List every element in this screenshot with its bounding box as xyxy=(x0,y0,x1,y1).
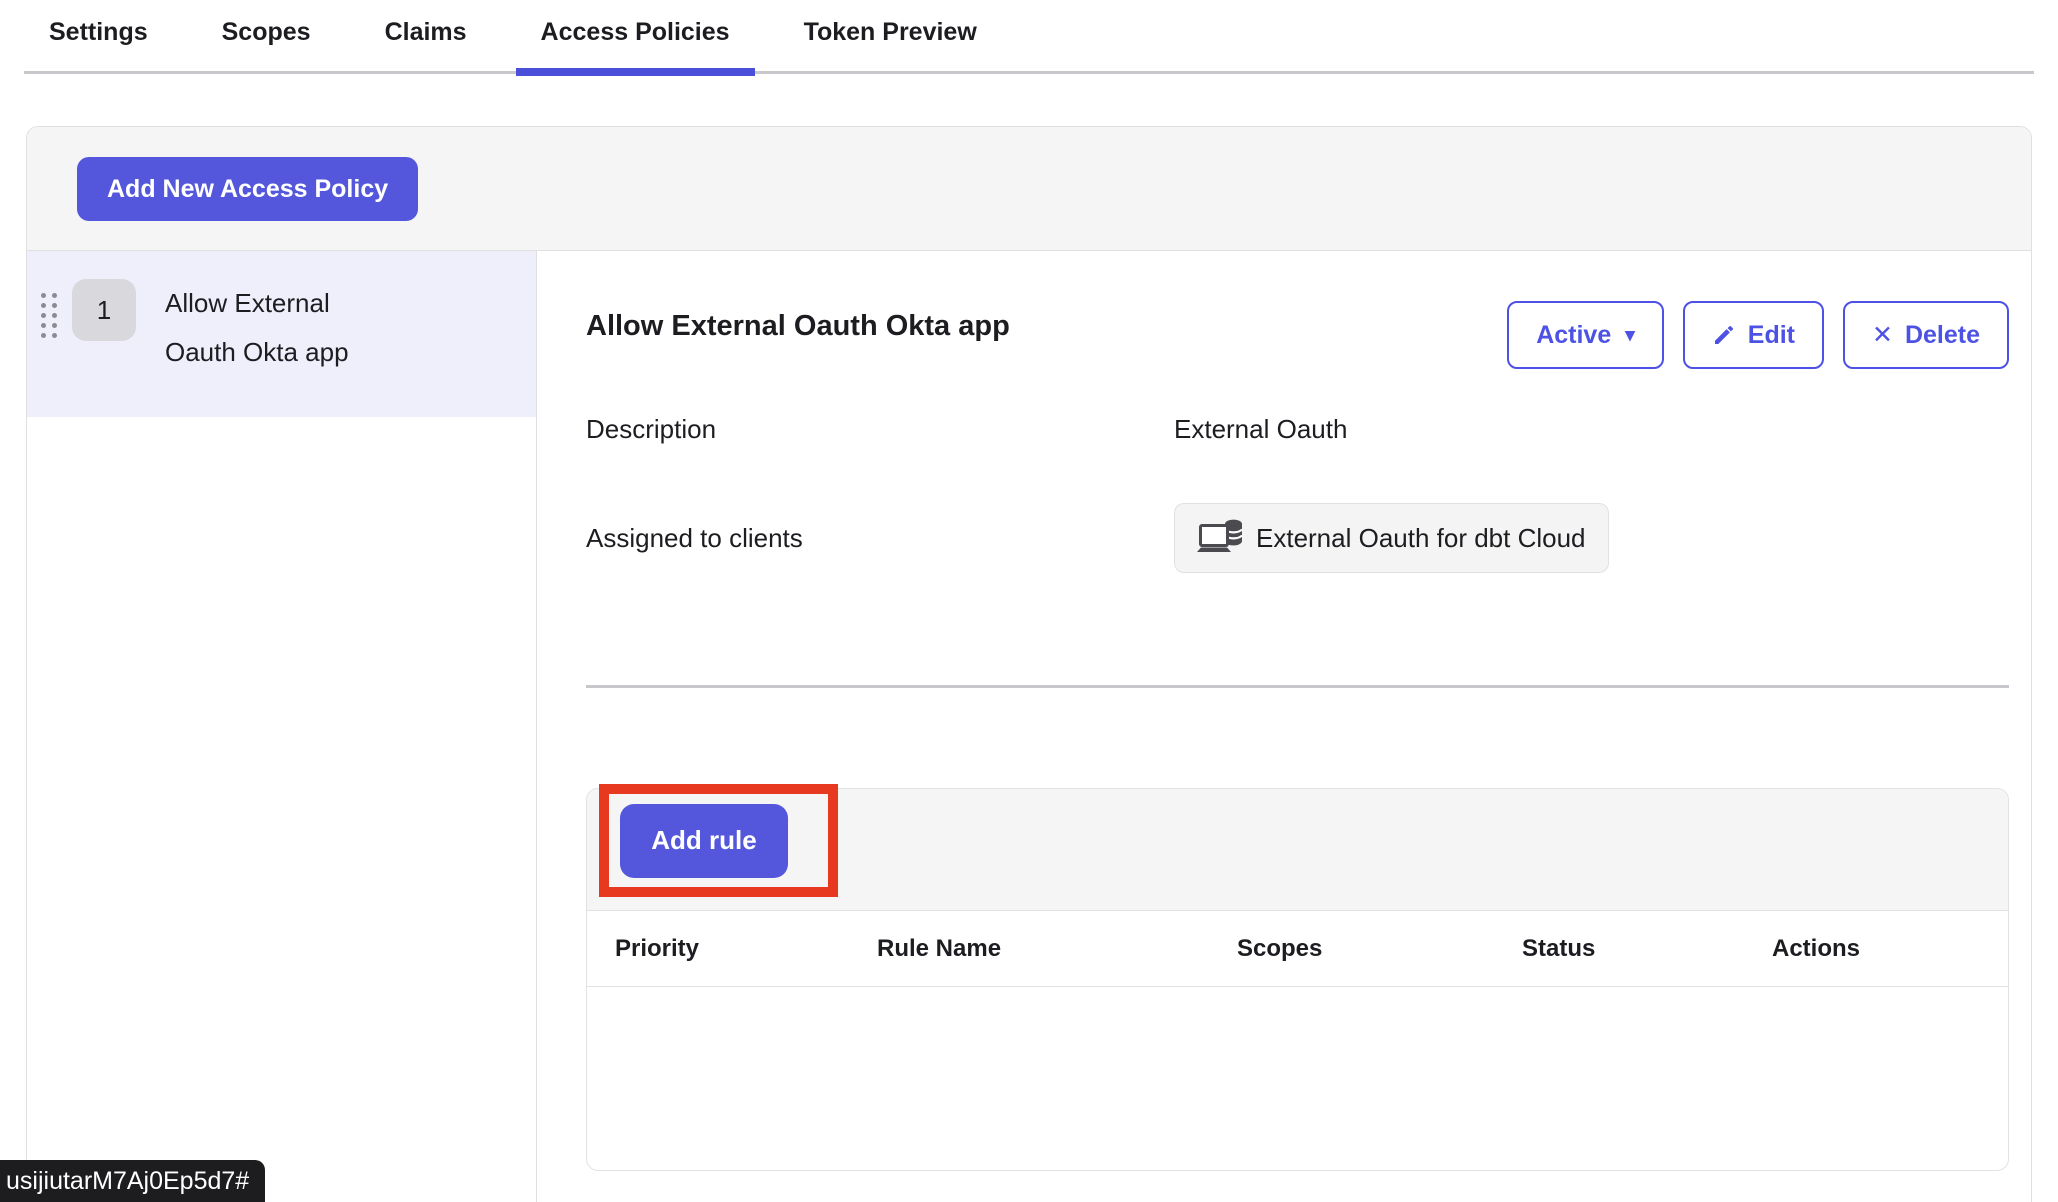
status-dropdown-button[interactable]: Active ▾ xyxy=(1507,301,1664,369)
status-label: Active xyxy=(1536,321,1611,350)
column-priority: Priority xyxy=(615,935,877,963)
column-scopes: Scopes xyxy=(1237,935,1522,963)
column-status: Status xyxy=(1522,935,1772,963)
edit-label: Edit xyxy=(1748,321,1795,350)
edit-button[interactable]: Edit xyxy=(1683,301,1824,369)
drag-handle-icon[interactable] xyxy=(41,293,57,338)
rules-table-body xyxy=(587,987,2008,1170)
policy-list-item[interactable]: 1 Allow External Oauth Okta app xyxy=(27,251,536,417)
panel-body: 1 Allow External Oauth Okta app Allow Ex… xyxy=(27,251,2031,1202)
policy-name-label: Allow External Oauth Okta app xyxy=(165,279,397,377)
add-rule-button[interactable]: Add rule xyxy=(620,804,788,878)
annotation-highlight-box: Add rule xyxy=(599,784,838,897)
rules-table-header: Priority Rule Name Scopes Status Actions xyxy=(587,911,2008,987)
policy-action-buttons: Active ▾ Edit ✕ Delete xyxy=(1507,301,2009,369)
rules-panel: Add rule Priority Rule Name Scopes Statu… xyxy=(586,788,2009,1171)
tab-scopes[interactable]: Scopes xyxy=(222,18,311,47)
policy-detail-header: Allow External Oauth Okta app Active ▾ E… xyxy=(586,301,2009,369)
close-icon: ✕ xyxy=(1872,320,1893,350)
tab-token-preview[interactable]: Token Preview xyxy=(804,18,977,47)
section-divider xyxy=(586,685,2009,688)
policy-meta: Description External Oauth Assigned to c… xyxy=(586,414,2009,573)
tab-bar: Settings Scopes Claims Access Policies T… xyxy=(24,0,2034,74)
delete-button[interactable]: ✕ Delete xyxy=(1843,301,2009,369)
link-url-tooltip: usijiutarM7Aj0Ep5d7# xyxy=(0,1160,265,1202)
tab-settings[interactable]: Settings xyxy=(49,18,148,47)
assigned-client-name: External Oauth for dbt Cloud xyxy=(1256,523,1586,554)
column-rule-name: Rule Name xyxy=(877,935,1237,963)
policy-list-sidebar: 1 Allow External Oauth Okta app xyxy=(27,251,537,1202)
chevron-down-icon: ▾ xyxy=(1625,324,1635,347)
panel-toolbar: Add New Access Policy xyxy=(27,127,2031,251)
tab-claims[interactable]: Claims xyxy=(385,18,467,47)
column-actions: Actions xyxy=(1772,935,2008,963)
policy-priority-badge: 1 xyxy=(72,279,136,341)
assigned-clients-label: Assigned to clients xyxy=(586,523,1174,554)
policy-title: Allow External Oauth Okta app xyxy=(586,301,1010,343)
tab-access-policies[interactable]: Access Policies xyxy=(541,18,730,47)
description-value: External Oauth xyxy=(1174,414,2009,445)
client-computer-icon xyxy=(1197,519,1243,557)
access-policies-panel: Add New Access Policy 1 Allow External O… xyxy=(26,126,2032,1202)
description-label: Description xyxy=(586,414,1174,445)
pencil-icon xyxy=(1712,323,1736,347)
delete-label: Delete xyxy=(1905,321,1980,350)
rules-toolbar: Add rule xyxy=(587,789,2008,911)
add-new-access-policy-button[interactable]: Add New Access Policy xyxy=(77,157,418,221)
policy-detail: Allow External Oauth Okta app Active ▾ E… xyxy=(537,251,2031,1202)
assigned-client-chip[interactable]: External Oauth for dbt Cloud xyxy=(1174,503,1609,573)
